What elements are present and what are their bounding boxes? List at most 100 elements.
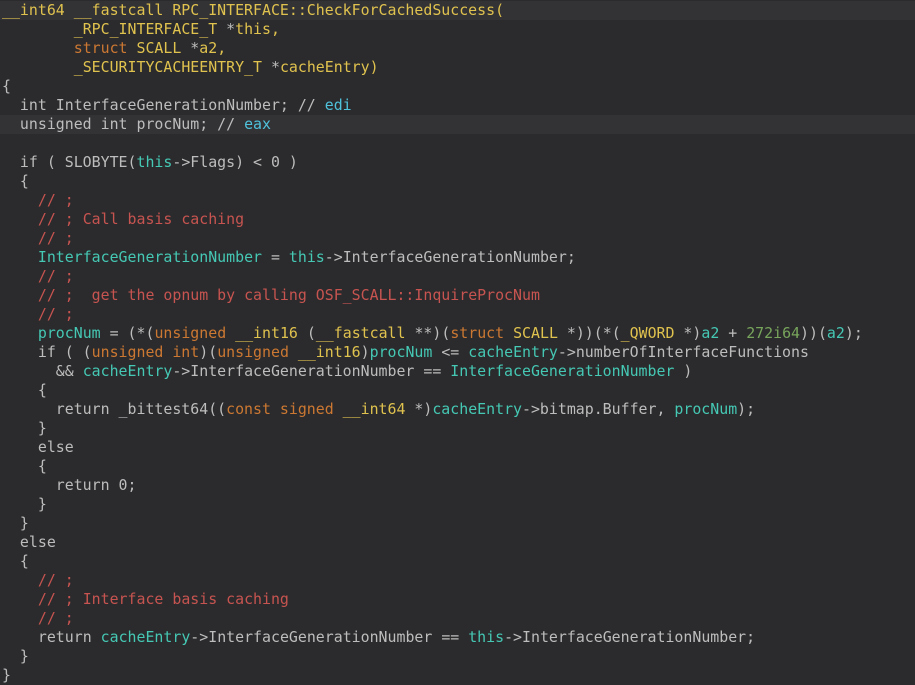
code-token: ->bitmap.Buffer,: [522, 400, 674, 418]
code-line-34[interactable]: return cacheEntry->InterfaceGenerationNu…: [2, 628, 915, 647]
code-token: if ( (: [2, 343, 92, 361]
code-line-19[interactable]: if ( (unsigned int)(unsigned __int16)pro…: [2, 343, 915, 362]
code-line-12[interactable]: // ; Call basis caching: [2, 210, 915, 229]
code-line-15[interactable]: // ;: [2, 267, 915, 286]
code-line-28[interactable]: }: [2, 514, 915, 533]
code-line-33[interactable]: // ;: [2, 609, 915, 628]
code-token: __int64 __fastcall RPC_INTERFACE::CheckF…: [2, 1, 504, 19]
code-token: struct: [450, 324, 513, 342]
code-line-9[interactable]: if ( SLOBYTE(this->Flags) < 0 ): [2, 153, 915, 172]
code-token: else: [2, 438, 74, 456]
code-token: cacheEntry: [83, 362, 173, 380]
code-token: {: [2, 77, 11, 95]
code-token: ->Flags) < 0 ): [172, 153, 298, 171]
code-line-31[interactable]: // ;: [2, 571, 915, 590]
code-token: unsigned int: [92, 343, 200, 361]
code-line-14[interactable]: InterfaceGenerationNumber = this->Interf…: [2, 248, 915, 267]
code-line-22[interactable]: return _bittest64((const signed __int64 …: [2, 400, 915, 419]
code-line-6[interactable]: int InterfaceGenerationNumber; // edi: [2, 96, 915, 115]
code-token: [2, 20, 74, 38]
code-token: ))(: [800, 324, 827, 342]
code-token: __int16: [235, 324, 298, 342]
code-line-24[interactable]: else: [2, 438, 915, 457]
code-token: // ; get the opnum by calling OSF_SCALL:…: [38, 286, 540, 304]
code-token: }: [2, 419, 47, 437]
code-line-13[interactable]: // ;: [2, 229, 915, 248]
code-token: __int16: [298, 343, 361, 361]
code-line-5[interactable]: {: [2, 77, 915, 96]
code-token: *): [674, 324, 701, 342]
code-line-17[interactable]: // ;: [2, 305, 915, 324]
code-line-35[interactable]: }: [2, 647, 915, 666]
code-token: return: [38, 628, 101, 646]
code-token: if ( SLOBYTE(: [2, 153, 136, 171]
code-token: );: [737, 400, 755, 418]
code-line-1[interactable]: __int64 __fastcall RPC_INTERFACE::CheckF…: [0, 1, 915, 20]
code-token: procNum: [370, 343, 433, 361]
code-token: }: [2, 495, 47, 513]
code-token: [2, 191, 38, 209]
code-line-25[interactable]: {: [2, 457, 915, 476]
code-line-8[interactable]: [2, 134, 915, 153]
code-line-10[interactable]: {: [2, 172, 915, 191]
code-token: [2, 267, 38, 285]
code-token: InterfaceGenerationNumber: [38, 248, 262, 266]
code-token: this: [468, 628, 504, 646]
code-token: ->InterfaceGenerationNumber ==: [172, 362, 450, 380]
code-token: _RPC_INTERFACE_T: [74, 20, 226, 38]
code-token: }: [2, 514, 29, 532]
code-token: unsigned: [217, 343, 298, 361]
code-token: = (*(: [101, 324, 155, 342]
code-token: eax: [244, 115, 271, 133]
code-token: procNum: [674, 400, 737, 418]
code-token: }: [2, 666, 11, 684]
code-token: unsigned int procNum; //: [2, 115, 244, 133]
code-line-18[interactable]: procNum = (*(unsigned __int16 (__fastcal…: [2, 324, 915, 343]
code-token: int InterfaceGenerationNumber; //: [2, 96, 325, 114]
decompiler-pseudocode-view: __int64 __fastcall RPC_INTERFACE::CheckF…: [0, 0, 915, 685]
code-token: // ;: [38, 229, 74, 247]
code-line-20[interactable]: && cacheEntry->InterfaceGenerationNumber…: [2, 362, 915, 381]
code-token: [2, 305, 38, 323]
code-line-16[interactable]: // ; get the opnum by calling OSF_SCALL:…: [2, 286, 915, 305]
code-line-11[interactable]: // ;: [2, 191, 915, 210]
code-line-27[interactable]: }: [2, 495, 915, 514]
code-line-26[interactable]: return 0;: [2, 476, 915, 495]
code-token: ): [674, 362, 692, 380]
code-token: _QWORD: [621, 324, 675, 342]
code-token: return _bittest64((: [2, 400, 226, 418]
code-token: cacheEntry): [280, 58, 379, 76]
code-token: struct: [74, 39, 137, 57]
code-line-36[interactable]: }: [2, 666, 915, 685]
code-token: const signed: [226, 400, 343, 418]
code-token: <=: [432, 343, 468, 361]
code-token: *: [226, 20, 235, 38]
code-token: // ; Call basis caching: [38, 210, 244, 228]
code-token: );: [845, 324, 863, 342]
code-token: [2, 248, 38, 266]
code-line-7[interactable]: unsigned int procNum; // eax: [0, 115, 915, 134]
code-token: 272i64: [746, 324, 800, 342]
code-line-23[interactable]: }: [2, 419, 915, 438]
code-line-29[interactable]: else: [2, 533, 915, 552]
code-token: else: [2, 533, 56, 551]
code-token: unsigned: [154, 324, 235, 342]
code-token: // ;: [38, 191, 74, 209]
code-token: [2, 609, 38, 627]
code-line-2[interactable]: _RPC_INTERFACE_T *this,: [2, 20, 915, 39]
code-token: this,: [235, 20, 280, 38]
code-line-30[interactable]: {: [2, 552, 915, 571]
code-token: *))(*(: [558, 324, 621, 342]
code-token: InterfaceGenerationNumber: [450, 362, 674, 380]
code-line-21[interactable]: {: [2, 381, 915, 400]
code-token: // ;: [38, 305, 74, 323]
code-token: *): [405, 400, 432, 418]
code-line-3[interactable]: struct SCALL *a2,: [2, 39, 915, 58]
code-token: *: [271, 58, 280, 76]
code-token: **)(: [405, 324, 450, 342]
code-line-32[interactable]: // ; Interface basis caching: [2, 590, 915, 609]
code-token: _SECURITYCACHEENTRY_T: [74, 58, 271, 76]
code-token: __fastcall: [316, 324, 406, 342]
code-line-4[interactable]: _SECURITYCACHEENTRY_T *cacheEntry): [2, 58, 915, 77]
code-token: // ;: [38, 571, 74, 589]
